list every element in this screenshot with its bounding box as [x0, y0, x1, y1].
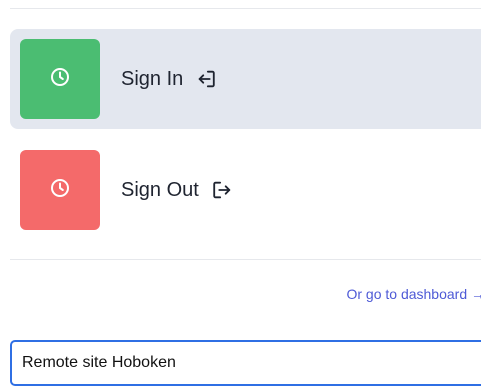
sign-in-label: Sign In	[121, 67, 184, 90]
sign-out-tile	[20, 150, 100, 230]
sign-in-tile	[20, 39, 100, 119]
site-input[interactable]	[10, 340, 481, 386]
login-icon	[195, 68, 217, 90]
clock-icon	[50, 67, 70, 92]
sign-in-option[interactable]: Sign In	[10, 29, 481, 129]
top-divider	[10, 8, 481, 9]
sign-out-label: Sign Out	[121, 178, 199, 201]
sign-out-label-group: Sign Out	[121, 140, 233, 240]
sign-in-label-group: Sign In	[121, 29, 217, 129]
logout-icon	[211, 179, 233, 201]
page: Sign In Sign Out Or go to dashboard → Re…	[0, 0, 481, 387]
middle-divider	[10, 259, 481, 260]
sign-out-option[interactable]: Sign Out	[10, 140, 481, 240]
clock-icon	[50, 178, 70, 203]
dashboard-link[interactable]: Or go to dashboard →	[346, 286, 481, 302]
